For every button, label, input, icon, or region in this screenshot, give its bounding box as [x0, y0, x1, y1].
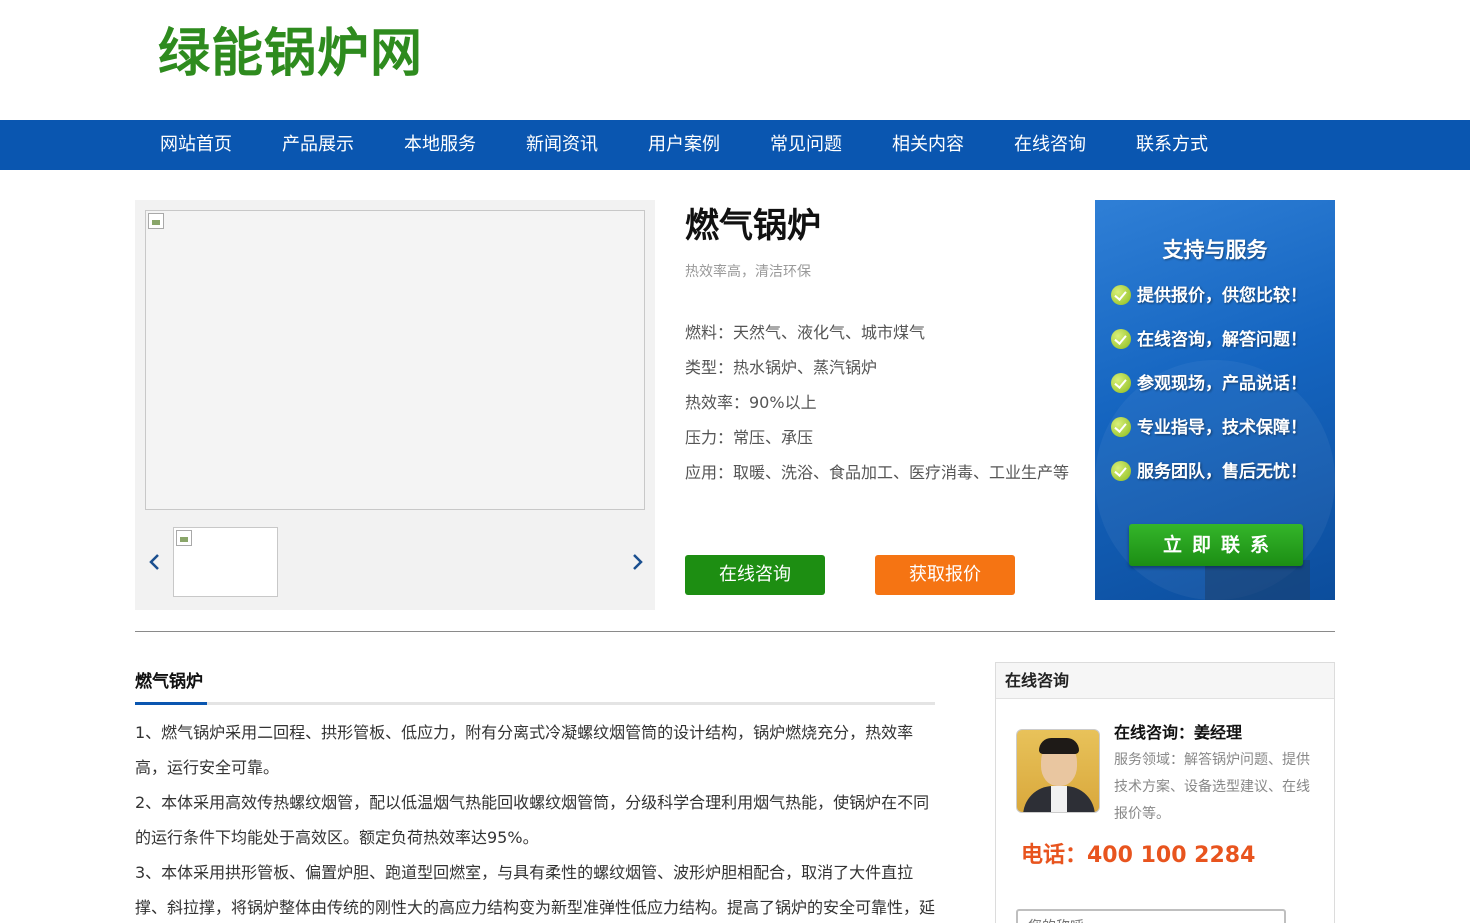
- spec-type: 类型：热水锅炉、蒸汽锅炉: [685, 358, 878, 377]
- gallery-prev-button[interactable]: [145, 550, 165, 574]
- check-icon: [1111, 417, 1131, 437]
- spec-pressure: 压力：常压、承压: [685, 428, 814, 447]
- consultant-avatar: [1016, 729, 1100, 813]
- consultant-name: 在线咨询：姜经理: [1114, 723, 1243, 742]
- consultant-description: 服务领域：解答锅炉问题、提供技术方案、设备选型建议、在线报价等。: [1114, 752, 1310, 822]
- description-paragraph: 1、燃气锅炉采用二回程、拱形管板、低应力，附有分离式冷凝螺纹烟管筒的设计结构，锅…: [135, 723, 914, 777]
- check-icon: [1111, 329, 1131, 349]
- site-header: 绿能锅炉网: [0, 0, 1470, 120]
- support-banner: 支持与服务 提供报价，供您比较！ 在线咨询，解答问题！ 参观现场，产品说话！ 专…: [1095, 200, 1335, 600]
- site-logo[interactable]: 绿能锅炉网: [158, 22, 423, 86]
- broken-image-icon: [148, 213, 164, 229]
- nav-item-local-service[interactable]: 本地服务: [404, 120, 476, 170]
- product-info: 燃气锅炉 热效率高，清洁环保 燃料：天然气、液化气、城市煤气 类型：热水锅炉、蒸…: [685, 200, 1085, 610]
- spec-efficiency: 热效率：90%以上: [685, 393, 817, 412]
- check-icon: [1111, 373, 1131, 393]
- nav-item-home[interactable]: 网站首页: [160, 120, 232, 170]
- nav-item-contact[interactable]: 联系方式: [1136, 120, 1208, 170]
- description-title-accent: [135, 702, 207, 705]
- chevron-left-icon: [149, 554, 159, 570]
- chevron-right-icon: [633, 554, 643, 570]
- online-consult-button[interactable]: 在线咨询: [685, 555, 825, 595]
- support-item-text: 参观现场，产品说话！: [1137, 374, 1307, 394]
- banner-decoration: [1205, 560, 1310, 600]
- nav-item-related[interactable]: 相关内容: [892, 120, 964, 170]
- description-paragraph: 2、本体采用高效传热螺纹烟管，配以低温烟气热能回收螺纹烟管筒，分级科学合理利用烟…: [135, 793, 930, 847]
- consult-phone[interactable]: 电话：400 100 2284: [1021, 841, 1255, 871]
- nav-item-products[interactable]: 产品展示: [282, 120, 354, 170]
- name-input[interactable]: [1016, 909, 1286, 923]
- support-item-text: 专业指导，技术保障！: [1137, 418, 1307, 438]
- consult-panel-header: 在线咨询: [996, 663, 1334, 699]
- consult-panel-title: 在线咨询: [1005, 671, 1070, 690]
- gallery-next-button[interactable]: [627, 550, 647, 574]
- check-icon: [1111, 285, 1131, 305]
- contact-now-button[interactable]: 立即联系: [1129, 524, 1303, 566]
- support-item-text: 服务团队，售后无忧！: [1137, 462, 1307, 482]
- check-icon: [1111, 461, 1131, 481]
- support-title: 支持与服务: [1162, 238, 1268, 262]
- main-nav: 网站首页 产品展示 本地服务 新闻资讯 用户案例 常见问题 相关内容 在线咨询 …: [0, 120, 1470, 170]
- spec-application: 应用：取暖、洗浴、食品加工、医疗消毒、工业生产等: [685, 463, 1070, 482]
- nav-item-news[interactable]: 新闻资讯: [526, 120, 598, 170]
- avatar-hair: [1039, 738, 1079, 754]
- product-thumbnail[interactable]: [173, 527, 278, 597]
- support-item-text: 在线咨询，解答问题！: [1137, 330, 1307, 350]
- get-quote-button[interactable]: 获取报价: [875, 555, 1015, 595]
- description-title-rule: [135, 702, 935, 705]
- product-subtitle: 热效率高，清洁环保: [685, 264, 811, 280]
- product-title: 燃气锅炉: [685, 206, 821, 246]
- spec-fuel: 燃料：天然气、液化气、城市煤气: [685, 323, 926, 342]
- nav-item-cases[interactable]: 用户案例: [648, 120, 720, 170]
- product-gallery: [135, 200, 655, 610]
- broken-image-icon: [176, 530, 192, 546]
- consult-panel: 在线咨询 在线咨询：姜经理 服务领域：解答锅炉问题、提供技术方案、设备选型建议、…: [995, 662, 1335, 923]
- description-title: 燃气锅炉: [135, 672, 203, 692]
- support-item-text: 提供报价，供您比较！: [1137, 286, 1307, 306]
- nav-item-consult[interactable]: 在线咨询: [1014, 120, 1086, 170]
- product-main-image: [145, 210, 645, 510]
- description-paragraph: 3、本体采用拱形管板、偏置炉胆、跑道型回燃室，与具有柔性的螺纹烟管、波形炉胆相配…: [135, 863, 936, 917]
- section-divider: [135, 631, 1335, 632]
- nav-item-faq[interactable]: 常见问题: [770, 120, 842, 170]
- description-body: 1、燃气锅炉采用二回程、拱形管板、低应力，附有分离式冷凝螺纹烟管筒的设计结构，锅…: [135, 715, 935, 923]
- avatar-shirt: [1051, 786, 1067, 812]
